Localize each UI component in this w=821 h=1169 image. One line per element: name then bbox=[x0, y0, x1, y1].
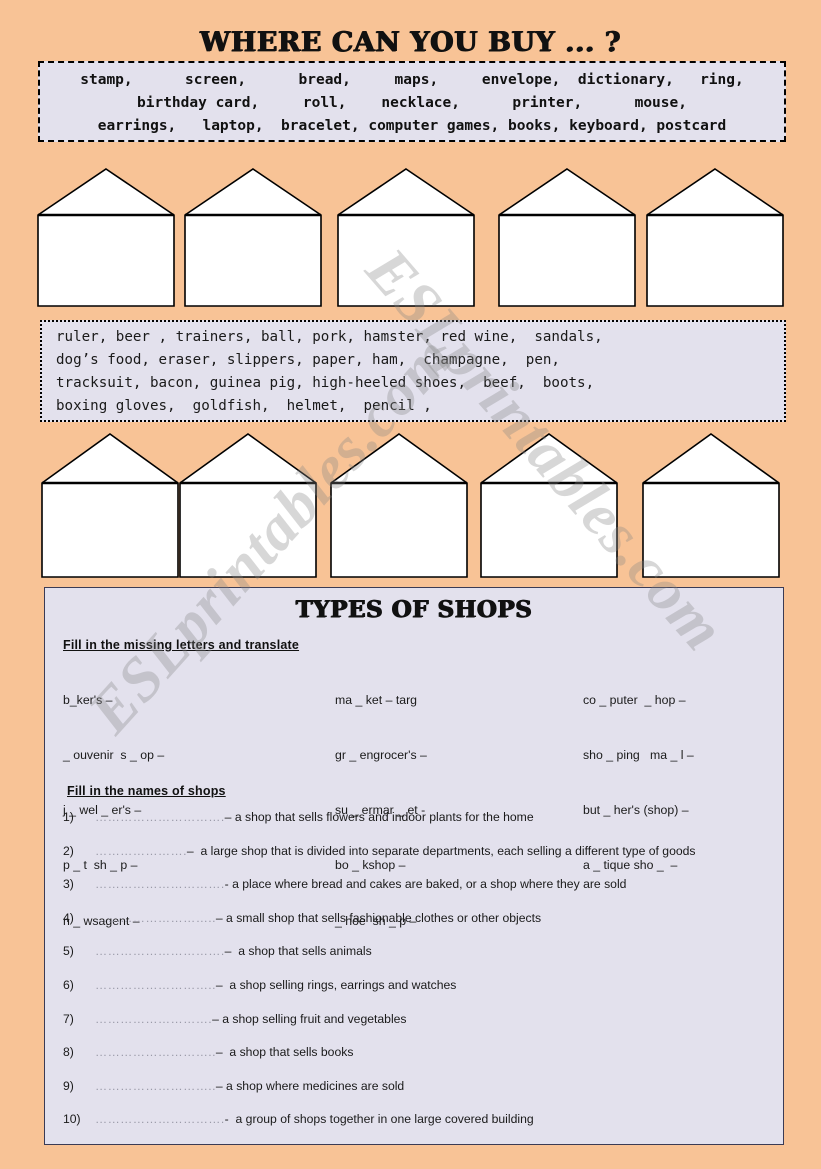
vocabulary-line: ruler, beer , trainers, ball, pork, hams… bbox=[56, 329, 603, 345]
shop-house-blank[interactable] bbox=[641, 432, 781, 579]
names-of-shops-heading-wrap: Fill in the names of shops bbox=[67, 782, 226, 800]
shop-house-blank[interactable] bbox=[497, 167, 637, 308]
answer-blank[interactable]: ……………………….. bbox=[95, 911, 216, 925]
vocabulary-line: tracksuit, bacon, guinea pig, high-heele… bbox=[56, 375, 595, 391]
item-number: 5) bbox=[63, 944, 74, 959]
vocabulary-line: dog’s food, eraser, slippers, paper, ham… bbox=[56, 352, 560, 368]
item-number: 1) bbox=[63, 810, 74, 824]
missing-letters-item[interactable]: sho _ ping ma _ l – bbox=[583, 746, 769, 764]
answer-blank[interactable]: ………………………. bbox=[95, 1012, 212, 1026]
names-of-shops-heading: Fill in the names of shops bbox=[67, 784, 226, 798]
item-number: 10) bbox=[63, 1112, 81, 1127]
item-number: 3) bbox=[63, 877, 74, 892]
missing-letters-item[interactable]: b_ker's – bbox=[63, 691, 335, 709]
shop-house-blank[interactable] bbox=[36, 167, 176, 308]
answer-blank[interactable]: …………………………. bbox=[95, 1112, 225, 1126]
shop-house-blank[interactable] bbox=[40, 432, 180, 579]
shop-house-blank[interactable] bbox=[183, 167, 323, 308]
list-item: 7) ………………………. – a shop selling fruit and… bbox=[63, 1012, 779, 1046]
shop-house-blank[interactable] bbox=[645, 167, 785, 308]
shop-house-blank[interactable] bbox=[479, 432, 619, 579]
list-item: 3) …………………………. - a place where bread and… bbox=[63, 877, 779, 911]
vocabulary-line: birthday card, roll, necklace, printer, … bbox=[137, 95, 687, 111]
panel-title: TYPES OF SHOPS bbox=[295, 596, 533, 623]
answer-blank[interactable]: ……………………….. bbox=[95, 1045, 216, 1059]
names-of-shops-list: 1) …………………………. – a shop that sells flowe… bbox=[63, 810, 779, 1146]
item-definition: - a place where bread and cakes are bake… bbox=[224, 877, 627, 892]
list-item: 6) ……………………….. – a shop selling rings, e… bbox=[63, 978, 779, 1012]
item-definition: – a shop selling fruit and vegetables bbox=[212, 1011, 407, 1026]
vocabulary-line: boxing gloves, goldfish, helmet, pencil … bbox=[56, 398, 432, 414]
missing-letters-item[interactable]: _ ouvenir s _ op – bbox=[63, 746, 335, 764]
page-title: WHERE CAN YOU BUY ... ? bbox=[199, 27, 622, 58]
missing-letters-heading: Fill in the missing letters and translat… bbox=[63, 638, 300, 652]
answer-blank[interactable]: ……………………….. bbox=[95, 978, 216, 992]
item-definition: – a shop selling rings, earrings and wat… bbox=[215, 977, 457, 992]
vocabulary-line: earrings, laptop, bracelet, computer gam… bbox=[97, 118, 727, 134]
item-number: 9) bbox=[63, 1078, 74, 1093]
item-definition: – a small shop that sells fashionable cl… bbox=[215, 910, 542, 925]
shop-house-blank[interactable] bbox=[178, 432, 318, 579]
item-definition: – a shop that sells animals bbox=[224, 944, 372, 959]
item-definition: - a group of shops together in one large… bbox=[224, 1112, 534, 1127]
answer-blank[interactable]: …………………………. bbox=[95, 877, 225, 891]
item-number: 6) bbox=[63, 977, 74, 992]
shop-house-blank[interactable] bbox=[329, 432, 469, 579]
list-item: 9) ……………………….. – a shop where medicines … bbox=[63, 1079, 779, 1113]
answer-blank[interactable]: …………………. bbox=[95, 844, 187, 858]
answer-blank[interactable]: …………………………. bbox=[95, 810, 225, 824]
item-number: 2) bbox=[63, 843, 74, 858]
shop-house-blank[interactable] bbox=[336, 167, 476, 308]
missing-letters-heading-wrap: Fill in the missing letters and translat… bbox=[63, 636, 299, 654]
item-number: 7) bbox=[63, 1011, 74, 1026]
list-item: 5) …………………………. – a shop that sells anima… bbox=[63, 944, 779, 978]
answer-blank[interactable]: …………………………. bbox=[95, 944, 225, 958]
answer-blank[interactable]: ……………………….. bbox=[95, 1079, 216, 1093]
vocabulary-box-top: stamp, screen, bread, maps, envelope, di… bbox=[38, 61, 786, 142]
missing-letters-item[interactable]: gr _ engrocer's – bbox=[335, 746, 583, 764]
item-number: 4) bbox=[63, 910, 74, 925]
list-item: 1) …………………………. – a shop that sells flowe… bbox=[63, 810, 779, 844]
missing-letters-item[interactable]: ma _ ket – targ bbox=[335, 691, 583, 709]
vocabulary-line: stamp, screen, bread, maps, envelope, di… bbox=[80, 72, 744, 88]
item-number: 8) bbox=[63, 1045, 74, 1060]
item-definition: – a shop where medicines are sold bbox=[215, 1078, 405, 1093]
item-definition: – a shop that sells flowers and indoor p… bbox=[224, 810, 534, 824]
list-item: 4) ……………………….. – a small shop that sells… bbox=[63, 911, 779, 945]
list-item: 10) …………………………. - a group of shops toget… bbox=[63, 1112, 779, 1146]
list-item: 8) ……………………….. – a shop that sells books bbox=[63, 1045, 779, 1079]
missing-letters-item[interactable]: co _ puter _ hop – bbox=[583, 691, 769, 709]
list-item: 2) …………………. – a large shop that is divid… bbox=[63, 844, 779, 878]
item-definition: – a large shop that is divided into sepa… bbox=[186, 843, 696, 858]
types-of-shops-panel: TYPES OF SHOPS Fill in the missing lette… bbox=[44, 587, 784, 1145]
item-definition: – a shop that sells books bbox=[215, 1045, 354, 1060]
vocabulary-box-bottom: ruler, beer , trainers, ball, pork, hams… bbox=[40, 320, 786, 422]
